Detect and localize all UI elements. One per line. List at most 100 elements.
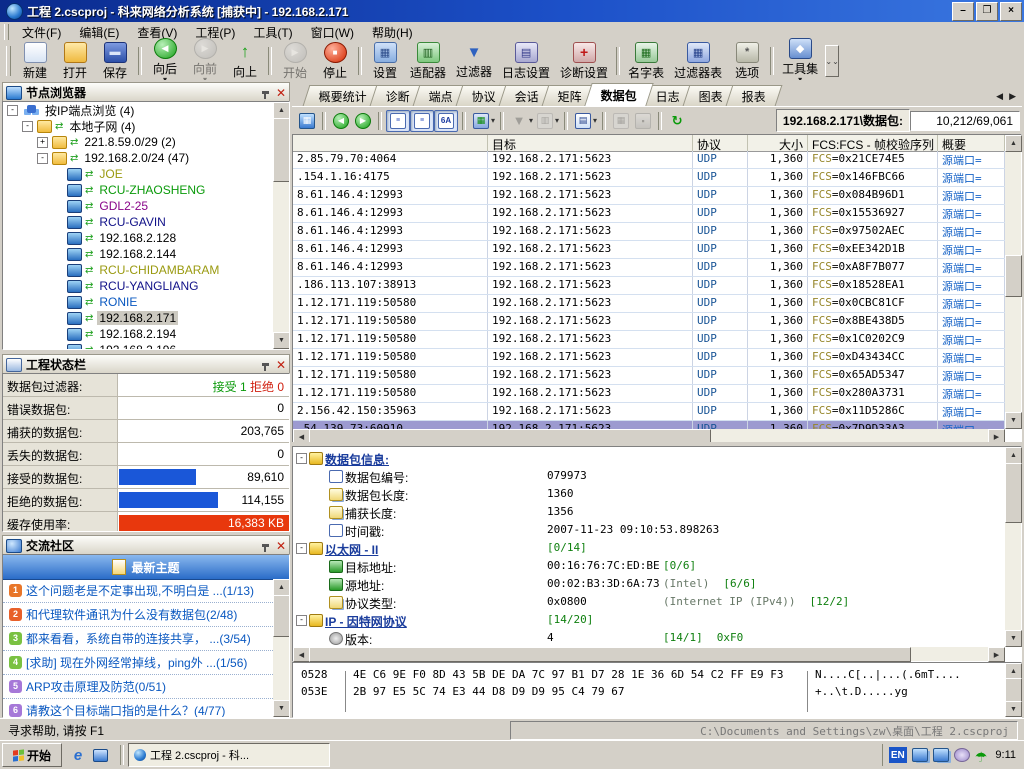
tab-10[interactable]: 报表 bbox=[726, 85, 783, 106]
lock-icon[interactable]: ▪ bbox=[632, 111, 654, 131]
toolbar-button-start[interactable]: ▶开始 bbox=[275, 41, 315, 82]
close-icon[interactable]: ✕ bbox=[276, 88, 286, 98]
scrollbar-thumb[interactable] bbox=[273, 118, 290, 182]
node-tree-scrollbar[interactable]: ▲ ▼ bbox=[273, 102, 289, 349]
decode-row[interactable]: 时间戳:2007-11-23 09:10:53.898263 bbox=[293, 521, 1005, 539]
close-button[interactable]: × bbox=[1000, 2, 1022, 21]
packet-table-hscrollbar[interactable]: ◀ ▶ bbox=[293, 429, 1005, 443]
export-packets-icon[interactable]: ▥ bbox=[534, 111, 556, 131]
decode-row[interactable]: 数据包长度:1360 bbox=[293, 485, 1005, 503]
packet-list-pane-toggle[interactable]: ≡ bbox=[386, 110, 410, 132]
scroll-down-icon[interactable]: ▼ bbox=[1005, 412, 1022, 429]
scroll-down-icon[interactable]: ▼ bbox=[273, 700, 290, 717]
hex-pane-toggle[interactable]: 6A bbox=[434, 110, 458, 132]
scroll-up-icon[interactable]: ▲ bbox=[1005, 663, 1022, 679]
toolbar-button-log-settings[interactable]: ▤日志设置 bbox=[497, 41, 555, 82]
network-tray-icon[interactable] bbox=[912, 748, 928, 762]
table-row[interactable]: 2.85.79.70:4064192.168.2.171:5623UDP1,36… bbox=[293, 151, 1005, 169]
packet-decode-pane-toggle[interactable]: ≡ bbox=[410, 110, 434, 132]
table-row[interactable]: 1.12.171.119:50580192.168.2.171:5623UDP1… bbox=[293, 313, 1005, 331]
toolbar-overflow-button[interactable]: ⌄⌄ bbox=[825, 45, 839, 77]
decode-row[interactable]: 捕获长度:1356 bbox=[293, 503, 1005, 521]
tree-node[interactable]: ⇄RCU-CHIDAMBARAM bbox=[3, 262, 273, 278]
decode-vscrollbar[interactable]: ▲ ▼ bbox=[1005, 447, 1021, 647]
tree-node[interactable]: ⇄192.168.2.128 bbox=[3, 230, 273, 246]
decode-row[interactable]: 版本:4[14/1]0xF0 bbox=[293, 629, 1005, 647]
minimize-button[interactable]: – bbox=[952, 2, 974, 21]
tree-node[interactable]: -⇄本地子网 (4) bbox=[3, 118, 273, 134]
dropdown-arrow-icon[interactable]: ▾ bbox=[491, 116, 495, 125]
decode-row[interactable]: -以太网 - II[0/14] bbox=[293, 539, 1005, 557]
scroll-down-icon[interactable]: ▼ bbox=[273, 332, 290, 349]
tab-7[interactable]: 数据包 bbox=[584, 83, 653, 106]
scroll-up-icon[interactable]: ▲ bbox=[1005, 135, 1022, 152]
pin-icon[interactable] bbox=[262, 363, 269, 366]
scroll-left-icon[interactable]: ◀ bbox=[293, 647, 310, 662]
toolbar-button-adapter[interactable]: ▥适配器 bbox=[405, 41, 451, 82]
packet-table-vscrollbar[interactable]: ▲ ▼ bbox=[1005, 135, 1021, 429]
tree-node[interactable]: -⇄192.168.2.0/24 (47) bbox=[3, 150, 273, 166]
ie-quicklaunch-icon[interactable]: e bbox=[70, 747, 86, 763]
toolbar-button-floppy[interactable]: ▬保存 bbox=[95, 41, 135, 82]
tree-node[interactable]: ⇄GDL2-25 bbox=[3, 198, 273, 214]
tree-toggle-icon[interactable]: - bbox=[22, 121, 33, 132]
scroll-down-icon[interactable]: ▼ bbox=[1005, 701, 1022, 717]
decode-row[interactable]: 协议类型:0x0800(Internet IP (IPv4))[12/2] bbox=[293, 593, 1005, 611]
buffer-view-icon[interactable]: ▦ bbox=[296, 111, 318, 131]
tree-toggle-icon[interactable]: + bbox=[37, 137, 48, 148]
tree-toggle-icon[interactable]: - bbox=[7, 105, 18, 116]
pin-icon[interactable] bbox=[262, 91, 269, 94]
decode-row[interactable]: -数据包信息: bbox=[293, 449, 1005, 467]
community-topic[interactable]: 6请教这个目标端口指的是什么？(4/77) bbox=[3, 699, 273, 718]
toolbar-button-filter-table[interactable]: ▦过滤器表 bbox=[669, 41, 727, 82]
hex-row[interactable]: 053E2B 97 E5 5C 74 E3 44 D8 D9 D9 95 C4 … bbox=[293, 685, 1005, 702]
close-icon[interactable]: ✕ bbox=[276, 360, 286, 370]
toolbar-button-toolset[interactable]: ◆工具集▾ bbox=[777, 37, 823, 85]
previous-packet-icon[interactable]: ◀ bbox=[330, 111, 352, 131]
scroll-down-icon[interactable]: ▼ bbox=[1005, 630, 1022, 647]
scrollbar-thumb[interactable] bbox=[273, 595, 290, 637]
tab-scroll-right-icon[interactable]: ▶ bbox=[1009, 91, 1016, 102]
tree-toggle-icon[interactable]: - bbox=[37, 153, 48, 164]
column-header[interactable]: 协议 bbox=[693, 135, 748, 151]
network-tray-icon[interactable] bbox=[933, 748, 949, 762]
table-row[interactable]: 1.12.171.119:50580192.168.2.171:5623UDP1… bbox=[293, 331, 1005, 349]
tree-node[interactable]: ⇄JOE bbox=[3, 166, 273, 182]
scrollbar-thumb[interactable] bbox=[1005, 463, 1022, 523]
community-topic[interactable]: 2和代理软件通讯为什么没有数据包(2/48) bbox=[3, 603, 273, 627]
toolbar-button-options[interactable]: *选项 bbox=[727, 41, 767, 82]
toolbar-button-doc-new[interactable]: 新建 bbox=[15, 41, 55, 82]
toolbar-button-diag-settings[interactable]: +诊断设置 bbox=[555, 41, 613, 82]
toolbar-button-stop[interactable]: ■停止 bbox=[315, 41, 355, 82]
scrollbar-thumb[interactable] bbox=[309, 647, 911, 662]
scroll-up-icon[interactable]: ▲ bbox=[273, 102, 290, 119]
community-topic[interactable]: 5ARP攻击原理及防范(0/51) bbox=[3, 675, 273, 699]
decode-row[interactable]: 数据包编号:079973 bbox=[293, 467, 1005, 485]
toolbar-button-up[interactable]: ↑向上 bbox=[225, 42, 265, 81]
antivirus-umbrella-icon[interactable]: ☂ bbox=[975, 749, 988, 761]
toolbar-button-folder-open[interactable]: 打开 bbox=[55, 41, 95, 82]
table-row[interactable]: 1.12.171.119:50580192.168.2.171:5623UDP1… bbox=[293, 385, 1005, 403]
column-header[interactable]: 概要 bbox=[938, 135, 1005, 151]
tree-toggle-icon[interactable]: - bbox=[296, 543, 307, 554]
toolbar-button-back[interactable]: ◀向后▾ bbox=[145, 37, 185, 85]
scrollbar-thumb[interactable] bbox=[1005, 255, 1022, 297]
pin-icon[interactable] bbox=[262, 544, 269, 547]
filter-icon[interactable]: ▼ bbox=[508, 111, 530, 131]
table-row[interactable]: 8.61.146.4:12993192.168.2.171:5623UDP1,3… bbox=[293, 205, 1005, 223]
column-header[interactable] bbox=[293, 135, 488, 151]
table-row[interactable]: 8.61.146.4:12993192.168.2.171:5623UDP1,3… bbox=[293, 223, 1005, 241]
sound-tray-icon[interactable] bbox=[954, 748, 970, 762]
table-row[interactable]: .154.1.16:4175192.168.2.171:5623UDP1,360… bbox=[293, 169, 1005, 187]
column-header[interactable]: 目标 bbox=[488, 135, 693, 151]
column-settings-icon[interactable]: ▤ bbox=[572, 111, 594, 131]
tree-node[interactable]: ⇄RCU-ZHAOSHENG bbox=[3, 182, 273, 198]
tree-node[interactable]: ⇄RCU-YANGLIANG bbox=[3, 278, 273, 294]
hex-scrollbar[interactable]: ▲ ▼ bbox=[1005, 663, 1021, 717]
tree-node[interactable]: ⇄192.168.2.194 bbox=[3, 326, 273, 342]
toolbar-button-fwd[interactable]: ▶向前▾ bbox=[185, 37, 225, 85]
make-filter-icon[interactable]: ▦ bbox=[610, 111, 632, 131]
scroll-up-icon[interactable]: ▲ bbox=[273, 579, 290, 596]
scroll-up-icon[interactable]: ▲ bbox=[1005, 447, 1022, 464]
tree-toggle-icon[interactable]: - bbox=[296, 453, 307, 464]
